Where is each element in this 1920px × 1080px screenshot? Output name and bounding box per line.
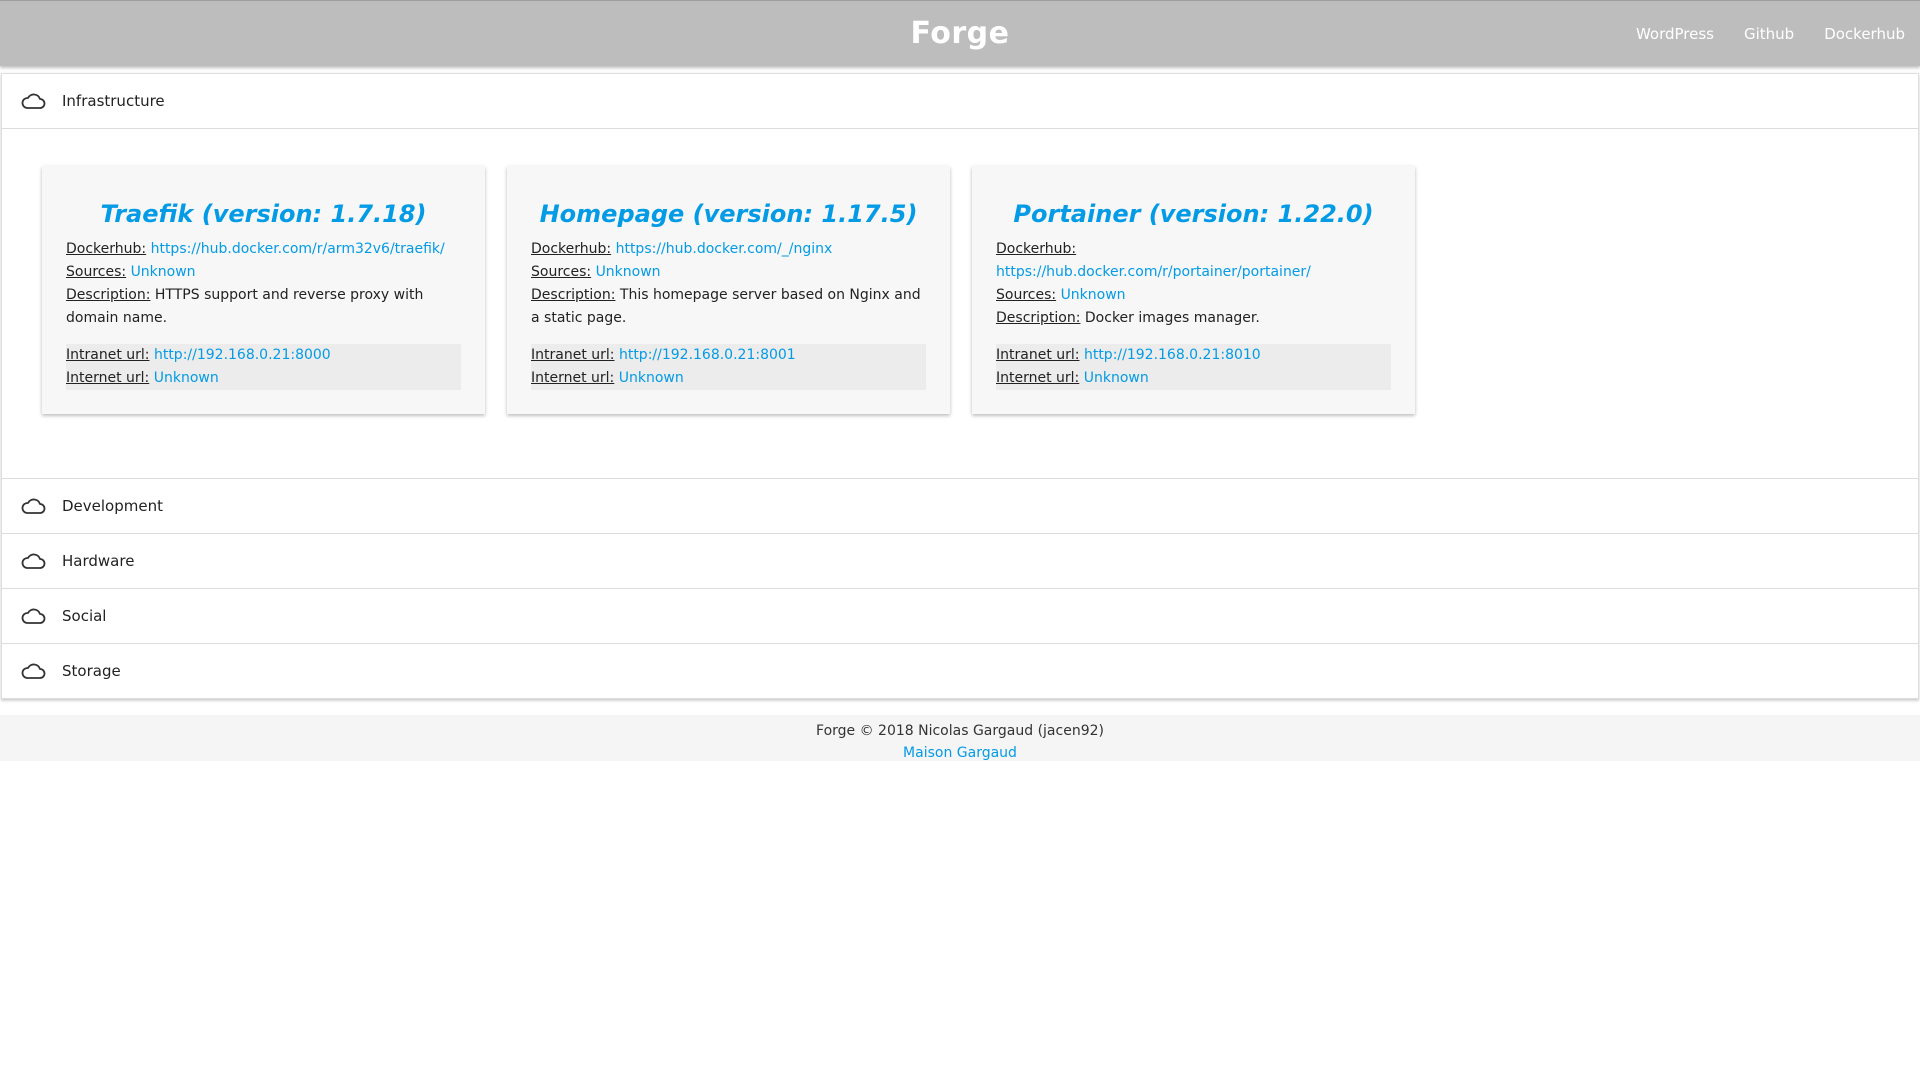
nav-links: WordPress Github Dockerhub bbox=[1621, 1, 1920, 67]
internet-label: Internet url: bbox=[66, 370, 150, 386]
section-title: Storage bbox=[62, 662, 121, 680]
nav-link-dockerhub[interactable]: Dockerhub bbox=[1809, 25, 1920, 43]
sources-link[interactable]: Unknown bbox=[596, 264, 661, 280]
dockerhub-label: Dockerhub: bbox=[531, 241, 612, 257]
nav-link-github[interactable]: Github bbox=[1729, 25, 1809, 43]
service-card-portainer: Portainer (version: 1.22.0) Dockerhub: h… bbox=[972, 166, 1415, 414]
service-card-homepage: Homepage (version: 1.17.5) Dockerhub: ht… bbox=[507, 166, 950, 414]
dockerhub-label: Dockerhub: bbox=[996, 241, 1077, 257]
cloud-icon bbox=[21, 553, 46, 569]
section-development: Development bbox=[2, 479, 1918, 534]
section-header-storage[interactable]: Storage bbox=[2, 644, 1918, 698]
dockerhub-link[interactable]: https://hub.docker.com/_/nginx bbox=[616, 241, 833, 257]
section-title: Development bbox=[62, 497, 163, 515]
intranet-label: Intranet url: bbox=[996, 347, 1080, 363]
section-hardware: Hardware bbox=[2, 534, 1918, 589]
intranet-link[interactable]: http://192.168.0.21:8010 bbox=[1084, 347, 1261, 363]
section-infrastructure: Infrastructure Traefik (version: 1.7.18)… bbox=[2, 74, 1918, 479]
dockerhub-link[interactable]: https://hub.docker.com/r/arm32v6/traefik… bbox=[151, 241, 445, 257]
cloud-icon bbox=[21, 608, 46, 624]
section-title: Hardware bbox=[62, 552, 135, 570]
urls-block: Intranet url: http://192.168.0.21:8000 I… bbox=[66, 344, 461, 390]
internet-label: Internet url: bbox=[996, 370, 1080, 386]
intranet-label: Intranet url: bbox=[531, 347, 615, 363]
footer-site-link[interactable]: Maison Gargaud bbox=[0, 742, 1920, 764]
sources-link[interactable]: Unknown bbox=[131, 264, 196, 280]
section-header-infrastructure[interactable]: Infrastructure bbox=[2, 74, 1918, 128]
intranet-label: Intranet url: bbox=[66, 347, 150, 363]
sources-label: Sources: bbox=[996, 287, 1057, 303]
section-social: Social bbox=[2, 589, 1918, 644]
section-header-development[interactable]: Development bbox=[2, 479, 1918, 533]
section-header-hardware[interactable]: Hardware bbox=[2, 534, 1918, 588]
description-label: Description: bbox=[66, 287, 151, 303]
description-label: Description: bbox=[531, 287, 616, 303]
card-title: Portainer (version: 1.22.0) bbox=[1013, 200, 1374, 228]
sources-link[interactable]: Unknown bbox=[1061, 287, 1126, 303]
cloud-icon bbox=[21, 498, 46, 514]
internet-link[interactable]: Unknown bbox=[619, 370, 684, 386]
section-header-social[interactable]: Social bbox=[2, 589, 1918, 643]
sources-label: Sources: bbox=[66, 264, 127, 280]
section-title: Social bbox=[62, 607, 107, 625]
top-navbar: Forge WordPress Github Dockerhub bbox=[0, 0, 1920, 66]
category-collapsible: Infrastructure Traefik (version: 1.7.18)… bbox=[1, 73, 1919, 699]
description-text: Docker images manager. bbox=[1084, 310, 1260, 326]
internet-label: Internet url: bbox=[531, 370, 615, 386]
sources-label: Sources: bbox=[531, 264, 592, 280]
page-footer: Forge © 2018 Nicolas Gargaud (jacen92) M… bbox=[0, 715, 1920, 761]
internet-link[interactable]: Unknown bbox=[154, 370, 219, 386]
urls-block: Intranet url: http://192.168.0.21:8010 I… bbox=[996, 344, 1391, 390]
dockerhub-label: Dockerhub: bbox=[66, 241, 147, 257]
urls-block: Intranet url: http://192.168.0.21:8001 I… bbox=[531, 344, 926, 390]
intranet-link[interactable]: http://192.168.0.21:8000 bbox=[154, 347, 331, 363]
description-label: Description: bbox=[996, 310, 1081, 326]
intranet-link[interactable]: http://192.168.0.21:8001 bbox=[619, 347, 796, 363]
section-body-infrastructure: Traefik (version: 1.7.18) Dockerhub: htt… bbox=[2, 128, 1918, 478]
card-title: Homepage (version: 1.17.5) bbox=[539, 200, 918, 228]
cloud-icon bbox=[21, 93, 46, 109]
internet-link[interactable]: Unknown bbox=[1084, 370, 1149, 386]
section-title: Infrastructure bbox=[62, 92, 165, 110]
footer-copyright: Forge © 2018 Nicolas Gargaud (jacen92) bbox=[816, 723, 1104, 739]
service-card-traefik: Traefik (version: 1.7.18) Dockerhub: htt… bbox=[42, 166, 485, 414]
card-title: Traefik (version: 1.7.18) bbox=[100, 200, 427, 228]
section-storage: Storage bbox=[2, 644, 1918, 698]
dockerhub-link[interactable]: https://hub.docker.com/r/portainer/porta… bbox=[996, 264, 1311, 280]
nav-link-wordpress[interactable]: WordPress bbox=[1621, 25, 1729, 43]
cloud-icon bbox=[21, 663, 46, 679]
